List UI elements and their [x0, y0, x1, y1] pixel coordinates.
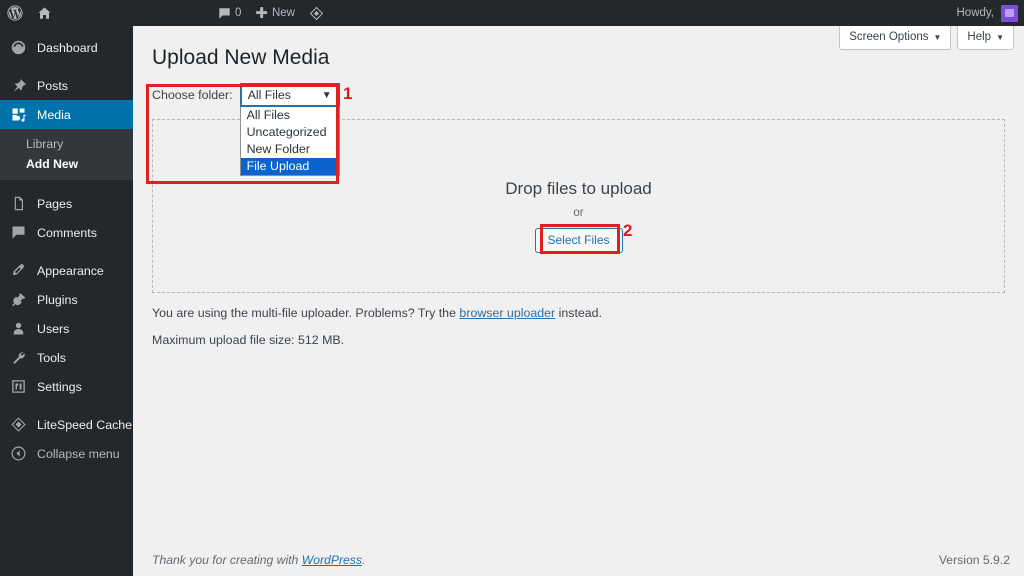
- folder-select-value: All Files: [247, 88, 291, 102]
- sidebar-item-label: Users: [37, 321, 70, 336]
- wordpress-link[interactable]: WordPress: [302, 553, 362, 567]
- wordpress-logo-icon: [7, 5, 23, 21]
- sidebar-item-label: Comments: [37, 225, 97, 240]
- sidebar-item-library[interactable]: Library: [0, 134, 133, 154]
- sidebar-item-users[interactable]: Users: [0, 314, 133, 343]
- comment-icon: [11, 225, 31, 240]
- chevron-down-icon: ▼: [996, 32, 1004, 42]
- collapse-menu-button[interactable]: Collapse menu: [0, 439, 133, 468]
- home-icon: [37, 6, 52, 21]
- sidebar-item-litespeed-cache[interactable]: LiteSpeed Cache: [0, 410, 133, 439]
- sidebar-item-pages[interactable]: Pages: [0, 189, 133, 218]
- comments-bubble[interactable]: 0: [211, 0, 248, 26]
- sidebar-item-posts[interactable]: Posts: [0, 71, 133, 100]
- uploader-note-after: instead.: [555, 306, 603, 320]
- users-icon: [11, 321, 31, 336]
- tools-wrench-icon: [11, 350, 31, 365]
- sidebar-item-label: Media: [37, 107, 71, 122]
- choose-folder-label: Choose folder:: [152, 88, 233, 102]
- screen-options-button[interactable]: Screen Options ▼: [839, 26, 952, 50]
- page-title: Upload New Media: [152, 46, 330, 69]
- collapse-arrow-icon: [11, 446, 31, 461]
- screen-meta-links: Screen Options ▼ Help ▼: [839, 26, 1014, 50]
- sidebar-item-appearance[interactable]: Appearance: [0, 256, 133, 285]
- browser-uploader-link[interactable]: browser uploader: [459, 306, 555, 320]
- pin-icon: [11, 78, 31, 93]
- sidebar-item-label: Posts: [37, 78, 68, 93]
- uploader-note: You are using the multi-file uploader. P…: [152, 306, 602, 320]
- folder-select-options: All Files Uncategorized New Folder File …: [239, 107, 340, 176]
- sidebar-item-comments[interactable]: Comments: [0, 218, 133, 247]
- help-button[interactable]: Help ▼: [957, 26, 1014, 50]
- folder-option-new-folder[interactable]: New Folder: [241, 141, 339, 158]
- sidebar-item-media[interactable]: Media: [0, 100, 141, 129]
- sidebar-item-tools[interactable]: Tools: [0, 343, 133, 372]
- uploader-note-before: You are using the multi-file uploader. P…: [152, 306, 460, 320]
- litespeed-diamond-icon: [11, 417, 31, 432]
- chevron-down-icon: ▼: [933, 32, 942, 42]
- max-upload-size-note: Maximum upload file size: 512 MB.: [152, 333, 345, 347]
- avatar[interactable]: [1001, 4, 1018, 22]
- folder-option-uncategorized[interactable]: Uncategorized: [241, 124, 339, 141]
- footer-version: Version 5.9.2: [938, 553, 1010, 567]
- media-submenu: Library Add New: [0, 129, 133, 180]
- dropzone-or-label: or: [573, 207, 584, 219]
- folder-select[interactable]: All Files ▼: [239, 83, 340, 107]
- pages-icon: [11, 196, 31, 211]
- howdy-greeting[interactable]: Howdy,: [957, 7, 1002, 19]
- choose-folder-row: Choose folder: All Files ▼ All Files Unc…: [152, 83, 340, 176]
- sidebar-item-label: LiteSpeed Cache: [37, 417, 133, 432]
- wp-logo-menu[interactable]: [0, 0, 30, 26]
- sidebar-item-label: Tools: [37, 350, 66, 365]
- admin-bar: 0 ✚ New Howdy,: [0, 0, 1024, 26]
- media-icon: [11, 107, 31, 122]
- avatar-image: [1005, 9, 1014, 17]
- help-label: Help: [967, 31, 992, 43]
- sidebar-item-label: Plugins: [37, 292, 78, 307]
- admin-sidebar: Dashboard Posts Media Library Add New Pa…: [0, 26, 141, 576]
- screen-options-label: Screen Options: [849, 31, 929, 43]
- sidebar-item-label: Dashboard: [37, 40, 98, 55]
- sidebar-separator: [0, 401, 133, 410]
- comments-count: 0: [235, 7, 242, 19]
- litespeed-diamond-icon: [309, 6, 324, 21]
- plus-icon: ✚: [255, 4, 268, 22]
- sidebar-item-label: Pages: [37, 196, 73, 211]
- appearance-brush-icon: [11, 263, 31, 278]
- new-content-menu[interactable]: ✚ New: [248, 0, 302, 26]
- folder-option-all-files[interactable]: All Files: [241, 107, 339, 124]
- sidebar-item-label: Settings: [37, 379, 82, 394]
- sidebar-item-plugins[interactable]: Plugins: [0, 285, 133, 314]
- site-name-menu[interactable]: [30, 0, 59, 26]
- chevron-down-icon: ▼: [321, 89, 332, 101]
- sidebar-item-add-new[interactable]: Add New: [0, 154, 133, 174]
- plugins-plug-icon: [11, 292, 31, 307]
- collapse-menu-label: Collapse menu: [37, 446, 120, 461]
- footer-credit: Thank you for creating with WordPress.: [152, 553, 365, 567]
- new-label: New: [271, 7, 295, 19]
- sidebar-item-label: Appearance: [37, 263, 104, 278]
- sidebar-item-dashboard[interactable]: Dashboard: [0, 33, 133, 62]
- folder-option-file-upload[interactable]: File Upload: [240, 158, 339, 175]
- sidebar-separator: [0, 62, 133, 71]
- settings-icon: [11, 379, 31, 394]
- sidebar-separator: [0, 180, 133, 189]
- sidebar-separator: [0, 247, 133, 256]
- comment-bubble-icon: [218, 7, 231, 20]
- sidebar-item-settings[interactable]: Settings: [0, 372, 133, 401]
- litespeed-menu[interactable]: [302, 0, 331, 26]
- select-files-button[interactable]: Select Files: [534, 228, 623, 253]
- footer-thanks-after: .: [362, 553, 366, 567]
- main-content: Screen Options ▼ Help ▼ Upload New Media…: [133, 26, 1024, 576]
- folder-select-wrap: All Files ▼ All Files Uncategorized New …: [239, 83, 340, 176]
- footer-thanks-before: Thank you for creating with: [152, 553, 302, 567]
- dashboard-icon: [11, 40, 31, 55]
- dropzone-title: Drop files to upload: [505, 179, 652, 198]
